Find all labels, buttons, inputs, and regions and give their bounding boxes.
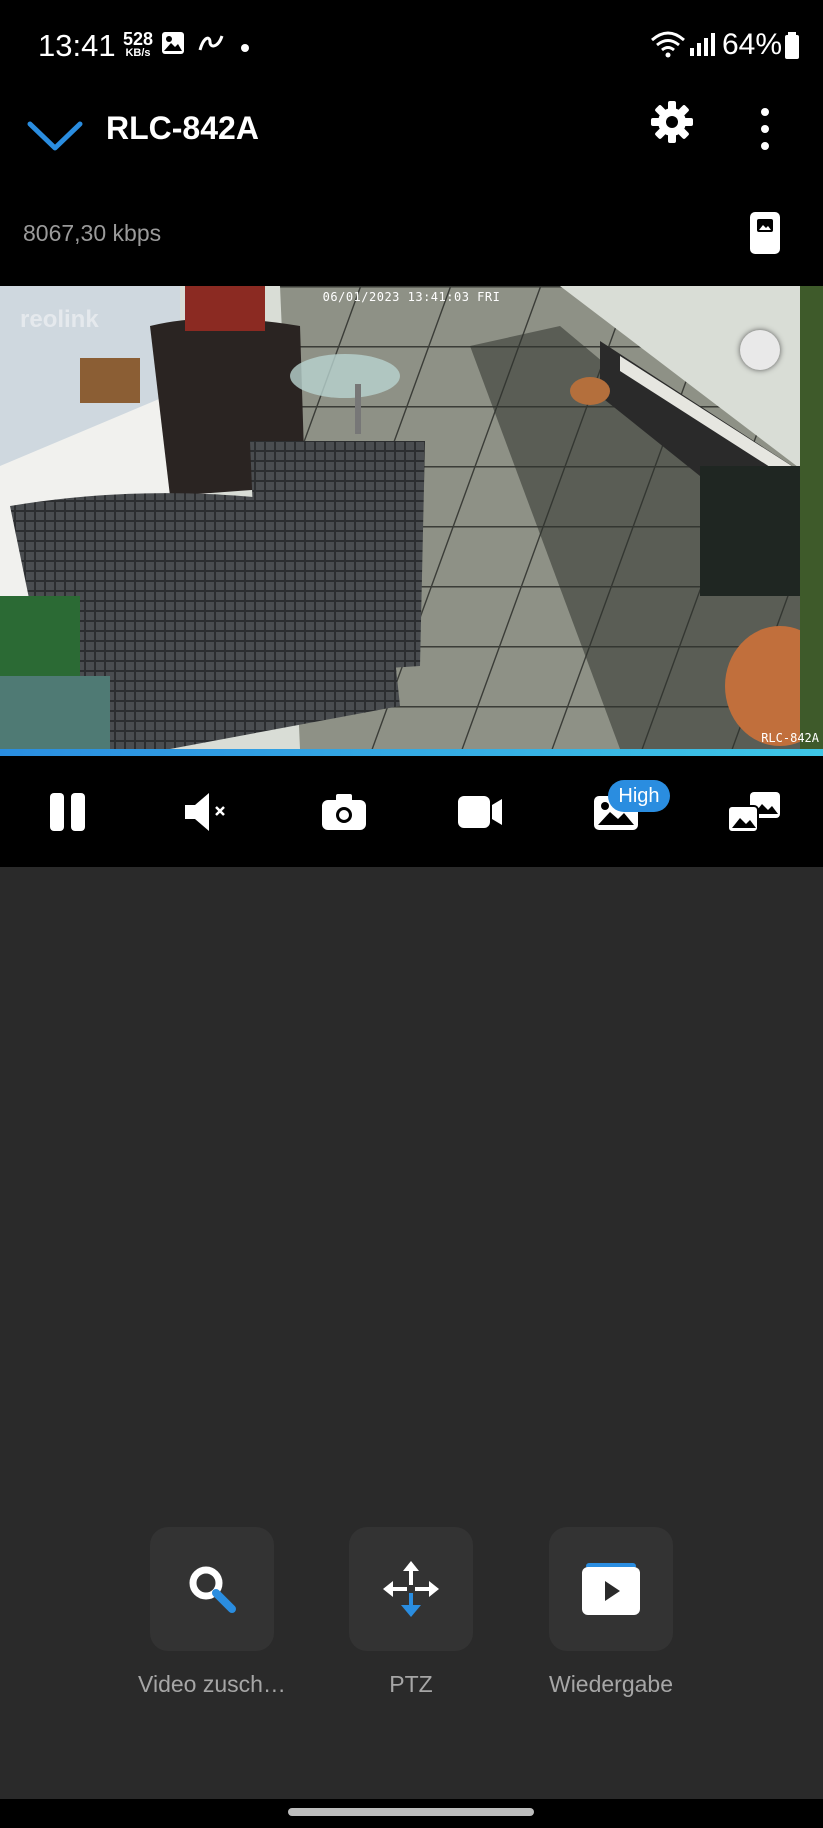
video-search-label: Video zusch…	[138, 1671, 286, 1697]
playback-controls	[0, 756, 823, 867]
ptz-label: PTZ	[389, 1671, 433, 1697]
settings-button[interactable]	[648, 98, 696, 146]
mute-button[interactable]	[180, 786, 236, 838]
playback-icon	[582, 1563, 640, 1615]
signal-icon	[688, 30, 716, 63]
video-camera-label: RLC-842A	[761, 731, 819, 745]
reolink-watermark: reolink	[20, 306, 99, 333]
video-timestamp: 06/01/2023 13:41:03 FRI	[322, 290, 501, 304]
stream-mode-button[interactable]	[748, 210, 782, 256]
mute-icon	[185, 793, 225, 831]
video-search-button[interactable]	[150, 1527, 274, 1651]
page-title: RLC-842A	[106, 110, 259, 146]
camera-image	[0, 286, 823, 749]
status-time: 13:41	[38, 28, 116, 63]
more-options-button[interactable]	[746, 100, 784, 160]
gear-icon	[651, 101, 693, 143]
network-speed-unit: KB/s	[125, 47, 151, 59]
status-bar: 13:41 528 KB/s 64%	[0, 0, 823, 92]
system-nav-bar	[0, 1799, 823, 1828]
playback-button[interactable]	[549, 1527, 673, 1651]
floating-toggle[interactable]	[740, 330, 780, 370]
multiview-icon	[727, 792, 780, 833]
live-video-feed[interactable]: reolink 06/01/2023 13:41:03 FRI RLC-842A	[0, 286, 823, 749]
ptz-icon	[383, 1561, 439, 1617]
more-vert-icon	[761, 108, 769, 150]
snapshot-icon	[322, 794, 366, 830]
multiview-button[interactable]	[726, 786, 782, 838]
mobile-stream-icon	[750, 212, 780, 254]
app-bar: RLC-842A 8067,30 kbps	[0, 92, 823, 288]
network-speed: 528 KB/s	[121, 30, 155, 59]
ptz-button[interactable]	[349, 1527, 473, 1651]
record-icon	[458, 796, 502, 828]
dot-icon	[240, 40, 250, 58]
home-handle[interactable]	[288, 1808, 534, 1816]
battery-icon	[784, 32, 800, 65]
gallery-icon	[160, 30, 186, 61]
pause-icon	[50, 793, 85, 831]
playback-label: Wiedergabe	[548, 1671, 674, 1697]
snapshot-button[interactable]	[316, 786, 372, 838]
pause-button[interactable]	[40, 786, 96, 838]
s-app-icon	[196, 30, 226, 61]
quality-badge: High	[608, 780, 670, 812]
search-icon	[189, 1566, 236, 1613]
record-button[interactable]	[452, 786, 508, 838]
network-speed-value: 528	[122, 29, 154, 49]
back-button[interactable]	[26, 106, 86, 166]
stream-progress-bar	[0, 749, 823, 756]
bitrate-readout: 8067,30 kbps	[23, 220, 162, 246]
chevron-down-icon	[27, 121, 83, 151]
battery-percent: 64%	[722, 28, 783, 61]
content-area	[0, 867, 823, 1799]
wifi-icon	[650, 30, 686, 63]
